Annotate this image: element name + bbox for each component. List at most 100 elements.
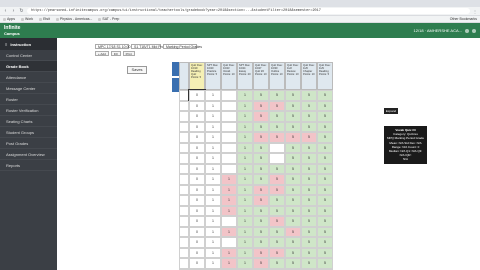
score-cell[interactable]: 5	[317, 142, 333, 153]
score-cell[interactable]: 0	[189, 184, 205, 195]
student-cell[interactable]	[179, 195, 189, 206]
score-cell[interactable]	[221, 153, 237, 164]
reload-icon[interactable]: ↻	[19, 8, 24, 14]
score-cell[interactable]: 5	[285, 111, 301, 122]
score-cell[interactable]: 5	[253, 237, 269, 248]
student-cell[interactable]	[179, 258, 189, 269]
side-tab-2[interactable]	[172, 78, 179, 92]
score-cell[interactable]: 5	[269, 174, 285, 185]
browser-menu-icon[interactable]: ⋮	[473, 9, 477, 14]
score-cell[interactable]: 5	[269, 111, 285, 122]
score-cell[interactable]: 5	[285, 163, 301, 174]
score-cell[interactable]: 0	[189, 247, 205, 258]
score-cell[interactable]: 5	[285, 142, 301, 153]
score-cell[interactable]: 5	[253, 163, 269, 174]
score-cell[interactable]: 1	[205, 121, 221, 132]
student-cell[interactable]	[179, 216, 189, 227]
score-cell[interactable]: 1	[205, 237, 221, 248]
score-cell[interactable]: 1	[237, 174, 253, 185]
sidebar-item-seating-charts[interactable]: Seating Charts	[0, 116, 57, 127]
sidebar-title[interactable]: ≡ Instruction	[0, 38, 57, 50]
student-cell[interactable]	[179, 153, 189, 164]
score-cell[interactable]: 5	[317, 226, 333, 237]
score-cell[interactable]: 5	[301, 184, 317, 195]
score-cell[interactable]: 1	[237, 163, 253, 174]
score-cell[interactable]: 5	[301, 132, 317, 143]
score-cell[interactable]: 5	[301, 111, 317, 122]
score-cell[interactable]	[269, 153, 285, 164]
score-cell[interactable]: 0	[189, 258, 205, 269]
bookmark-item[interactable]: SAT - Prep	[98, 17, 119, 21]
score-cell[interactable]: 5	[253, 184, 269, 195]
assignment-header[interactable]: Quiz Due: 11/9 Reading Points: 5	[317, 62, 333, 90]
score-cell[interactable]: 1	[237, 195, 253, 206]
score-cell[interactable]: 5	[317, 132, 333, 143]
sidebar-item-grade-book[interactable]: Grade Book	[0, 61, 57, 72]
score-cell[interactable]: 1	[237, 258, 253, 269]
score-cell[interactable]: 0	[189, 142, 205, 153]
score-cell[interactable]: 0	[189, 121, 205, 132]
bookmark-item[interactable]: Etsit	[39, 17, 50, 21]
student-cell[interactable]	[179, 132, 189, 143]
score-cell[interactable]: 5	[317, 184, 333, 195]
sidebar-item-assignment-overview[interactable]: Assignment Overview	[0, 149, 57, 160]
score-cell[interactable]: 5	[317, 205, 333, 216]
score-cell[interactable]: 5	[317, 237, 333, 248]
score-cell[interactable]: 5	[301, 174, 317, 185]
forward-icon[interactable]: ›	[11, 8, 16, 14]
score-cell[interactable]: 0	[189, 132, 205, 143]
score-cell[interactable]: 5	[269, 247, 285, 258]
header-user-menu[interactable]: 12/18 · AMHERSHE ACA...	[414, 28, 476, 33]
score-cell[interactable]: 5	[285, 90, 301, 101]
notification-icon[interactable]	[465, 28, 469, 33]
score-cell[interactable]: 1	[237, 90, 253, 101]
score-cell[interactable]	[221, 100, 237, 111]
student-cell[interactable]	[179, 184, 189, 195]
score-cell[interactable]	[221, 237, 237, 248]
score-cell[interactable]: 1	[205, 111, 221, 122]
score-cell[interactable]: 1	[221, 184, 237, 195]
score-cell[interactable]: 1	[205, 90, 221, 101]
score-cell[interactable]: 0	[189, 216, 205, 227]
score-cell[interactable]: 5	[285, 205, 301, 216]
score-cell[interactable]: 5	[269, 90, 285, 101]
student-cell[interactable]	[179, 174, 189, 185]
score-cell[interactable]: 5	[269, 195, 285, 206]
student-cell[interactable]	[179, 90, 189, 101]
score-cell[interactable]: 5	[253, 111, 269, 122]
score-cell[interactable]: 5	[285, 226, 301, 237]
score-cell[interactable]: 5	[269, 258, 285, 269]
score-cell[interactable]: 5	[301, 226, 317, 237]
score-cell[interactable]: 5	[253, 153, 269, 164]
score-cell[interactable]: 5	[285, 100, 301, 111]
score-cell[interactable]: 5	[285, 121, 301, 132]
sidebar-item-reports[interactable]: Reports	[0, 160, 57, 171]
score-cell[interactable]	[269, 142, 285, 153]
score-cell[interactable]: 5	[253, 258, 269, 269]
score-cell[interactable]: 5	[253, 121, 269, 132]
score-cell[interactable]: 5	[285, 132, 301, 143]
assignment-header[interactable]: Quiz Due: 11/2 Review Points: 10	[285, 62, 301, 90]
app-logo[interactable]: Infinite Campus	[4, 25, 44, 36]
score-cell[interactable]: 5	[317, 247, 333, 258]
score-cell[interactable]: 5	[285, 216, 301, 227]
score-cell[interactable]	[221, 132, 237, 143]
score-cell[interactable]: 0	[188, 89, 206, 102]
score-cell[interactable]: 1	[205, 195, 221, 206]
score-cell[interactable]: 1	[205, 247, 221, 258]
score-cell[interactable]: 5	[317, 121, 333, 132]
score-cell[interactable]: 5	[253, 142, 269, 153]
student-cell[interactable]	[179, 205, 189, 216]
score-cell[interactable]: 1	[205, 142, 221, 153]
score-cell[interactable]: 0	[189, 195, 205, 206]
score-cell[interactable]: 5	[285, 174, 301, 185]
score-cell[interactable]: 5	[285, 247, 301, 258]
score-cell[interactable]: 5	[253, 216, 269, 227]
sidebar-item-attendance[interactable]: Attendance	[0, 72, 57, 83]
assignment-header[interactable]: Quiz Due: 10/30 Outline Points: 10	[269, 62, 285, 90]
score-cell[interactable]: 5	[301, 195, 317, 206]
score-cell[interactable]: 0	[189, 163, 205, 174]
score-cell[interactable]: 0	[189, 205, 205, 216]
score-cell[interactable]: 5	[301, 90, 317, 101]
expand-button[interactable]: Expand	[384, 108, 398, 114]
